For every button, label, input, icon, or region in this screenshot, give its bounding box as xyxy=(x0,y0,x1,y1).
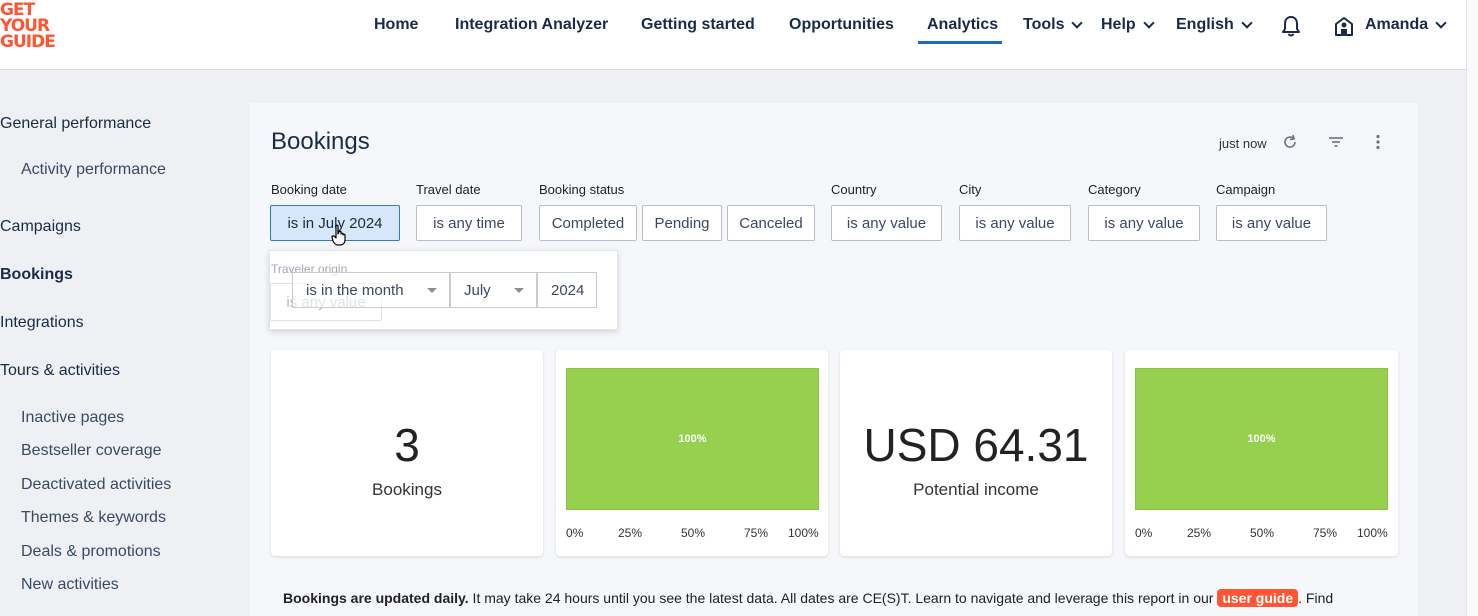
hand-pointer-cursor-icon xyxy=(331,224,346,246)
nav-opportunities[interactable]: Opportunities xyxy=(789,0,894,50)
date-operator-select[interactable]: is in the month xyxy=(292,272,450,308)
note-tail: . Find xyxy=(1298,590,1334,606)
year-input[interactable]: 2024 xyxy=(537,272,597,308)
sidebar-item-deactivated-activities[interactable]: Deactivated activities xyxy=(21,476,171,494)
income-share-bar-label: 100% xyxy=(1247,433,1276,445)
sidebar-item-campaigns[interactable]: Campaigns xyxy=(0,218,81,236)
sidebar-item-bookings[interactable]: Bookings xyxy=(0,266,73,284)
month-select[interactable]: July xyxy=(450,272,537,308)
bookings-share-bar[interactable]: 100% xyxy=(566,368,819,510)
status-completed-chip[interactable]: Completed xyxy=(539,205,637,241)
chevron-down-icon xyxy=(1071,16,1084,29)
nav-getting-started-label: Getting started xyxy=(641,16,755,33)
logo-line-3: GUIDE xyxy=(0,32,56,52)
more-options-icon[interactable] xyxy=(1369,133,1387,151)
data-update-note: Bookings are updated daily. It may take … xyxy=(283,589,1334,607)
nav-integration-analyzer[interactable]: Integration Analyzer xyxy=(455,0,608,50)
top-navigation-bar: GET YOUR GUIDE Home Integration Analyzer… xyxy=(0,0,1466,70)
income-share-bar[interactable]: 100% xyxy=(1135,368,1388,510)
nav-getting-started[interactable]: Getting started xyxy=(641,0,755,50)
user-building-icon[interactable] xyxy=(1334,15,1354,37)
axis-tick: 0% xyxy=(566,526,584,540)
potential-income-value: USD 64.31 xyxy=(863,419,1089,471)
axis-tick: 75% xyxy=(744,526,769,540)
nav-help[interactable]: Help xyxy=(1101,0,1155,50)
user-guide-link[interactable]: user guide xyxy=(1217,589,1299,607)
sidebar-item-new-activities[interactable]: New activities xyxy=(21,576,119,594)
axis-tick: 100% xyxy=(788,526,819,540)
date-operator-value: is in the month xyxy=(306,281,404,299)
campaign-filter[interactable]: is any value xyxy=(1216,205,1327,241)
axis-tick: 25% xyxy=(1187,526,1212,540)
sidebar: General performance Activity performance… xyxy=(0,70,250,616)
axis-tick: 75% xyxy=(1313,526,1338,540)
user-menu[interactable]: Amanda xyxy=(1365,0,1447,50)
chevron-down-icon xyxy=(1435,16,1447,29)
filter-label-booking-date: Booking date xyxy=(271,182,347,197)
month-value: July xyxy=(464,281,491,299)
dropdown-caret-icon xyxy=(514,288,524,293)
refresh-icon[interactable] xyxy=(1281,133,1299,151)
potential-income-label: Potential income xyxy=(913,480,1039,499)
filter-label-travel-date: Travel date xyxy=(416,182,481,197)
income-share-card: 100% 0% 25% 50% 75% 100% xyxy=(1125,350,1398,556)
bell-icon[interactable] xyxy=(1281,15,1301,37)
page-title: Bookings xyxy=(271,128,370,155)
year-value: 2024 xyxy=(551,281,585,299)
last-refreshed: just now xyxy=(1219,136,1267,151)
axis-tick: 50% xyxy=(1250,526,1275,540)
axis-tick: 25% xyxy=(618,526,643,540)
sidebar-item-general-performance[interactable]: General performance xyxy=(0,115,151,133)
axis-tick: 100% xyxy=(1357,526,1388,540)
window-edge xyxy=(1466,0,1478,616)
axis-tick: 50% xyxy=(681,526,706,540)
city-filter[interactable]: is any value xyxy=(959,205,1071,241)
country-filter[interactable]: is any value xyxy=(831,205,942,241)
status-canceled-chip[interactable]: Canceled xyxy=(727,205,815,241)
sidebar-item-activity-performance[interactable]: Activity performance xyxy=(21,161,166,179)
sidebar-item-deals-promotions[interactable]: Deals & promotions xyxy=(21,543,161,561)
bookings-count-card: 3 Bookings xyxy=(271,350,543,556)
travel-date-filter[interactable]: is any time xyxy=(416,205,522,241)
category-filter[interactable]: is any value xyxy=(1088,205,1200,241)
nav-help-label: Help xyxy=(1101,16,1136,33)
chevron-down-icon xyxy=(1143,16,1155,29)
bookings-share-card: 100% 0% 25% 50% 75% 100% xyxy=(556,350,828,556)
status-pending-chip[interactable]: Pending xyxy=(642,205,722,241)
nav-opportunities-label: Opportunities xyxy=(789,16,894,33)
dropdown-caret-icon xyxy=(427,288,437,293)
chevron-down-icon xyxy=(1241,16,1253,29)
filter-label-campaign: Campaign xyxy=(1216,182,1276,197)
filter-label-booking-status: Booking status xyxy=(539,182,625,197)
sidebar-item-themes-keywords[interactable]: Themes & keywords xyxy=(21,509,166,527)
filter-label-city: City xyxy=(959,182,982,197)
bookings-count-label: Bookings xyxy=(372,480,442,499)
active-nav-indicator xyxy=(918,41,1002,44)
bookings-count-value: 3 xyxy=(394,419,420,471)
filter-icon[interactable] xyxy=(1327,133,1345,151)
nav-home[interactable]: Home xyxy=(374,0,418,50)
nav-language-label: English xyxy=(1176,16,1234,33)
nav-analytics-label: Analytics xyxy=(927,16,999,33)
filter-label-country: Country xyxy=(831,182,877,197)
note-text: It may take 24 hours until you see the l… xyxy=(468,590,1218,606)
note-bold: Bookings are updated daily. xyxy=(283,590,469,606)
bookings-share-bar-label: 100% xyxy=(678,433,707,445)
getyourguide-logo[interactable]: GET YOUR GUIDE xyxy=(0,2,60,58)
nav-tools[interactable]: Tools xyxy=(1023,0,1084,50)
sidebar-item-tours-activities[interactable]: Tours & activities xyxy=(0,362,120,380)
sidebar-item-bestseller-coverage[interactable]: Bestseller coverage xyxy=(21,442,162,460)
potential-income-card: USD 64.31 Potential income xyxy=(840,350,1112,556)
nav-integration-analyzer-label: Integration Analyzer xyxy=(455,16,609,33)
filter-label-category: Category xyxy=(1088,182,1141,197)
user-name: Amanda xyxy=(1365,16,1429,33)
nav-tools-label: Tools xyxy=(1023,16,1065,33)
nav-home-label: Home xyxy=(374,16,419,33)
sidebar-item-inactive-pages[interactable]: Inactive pages xyxy=(21,409,124,427)
sidebar-item-integrations[interactable]: Integrations xyxy=(0,314,84,332)
axis-tick: 0% xyxy=(1135,526,1153,540)
nav-language[interactable]: English xyxy=(1176,0,1253,50)
